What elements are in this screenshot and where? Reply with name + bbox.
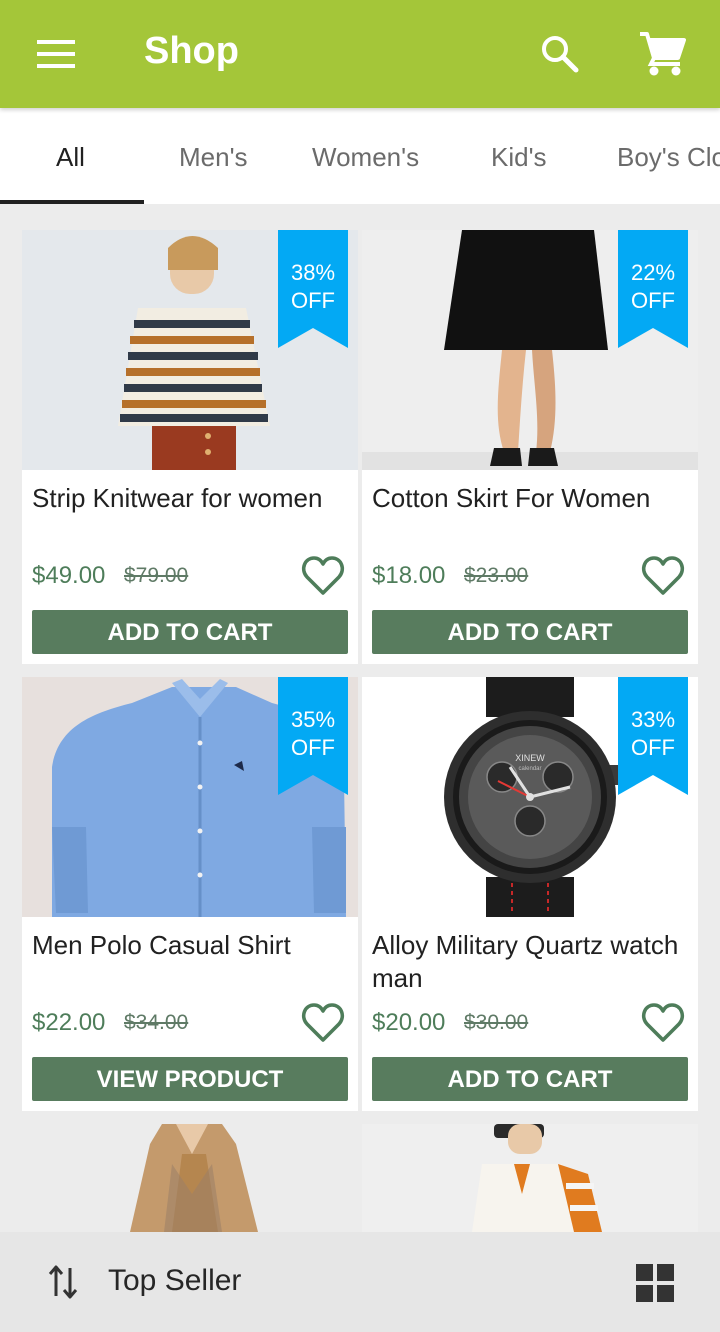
add-to-cart-button[interactable]: ADD TO CART bbox=[372, 610, 688, 654]
product-card[interactable]: XINEW calendar 33% OFF Alloy Military Qu… bbox=[362, 677, 698, 1111]
product-old-price: $34.00 bbox=[124, 1011, 189, 1034]
discount-off-label: OFF bbox=[631, 288, 675, 313]
category-tabs: All Men's Women's Kid's Boy's Clothing bbox=[0, 108, 720, 204]
discount-ribbon: 38% OFF bbox=[278, 230, 348, 348]
product-name[interactable]: Cotton Skirt For Women bbox=[372, 482, 692, 515]
product-price: $18.00 bbox=[372, 562, 446, 589]
product-price: $20.00 bbox=[372, 1009, 446, 1036]
product-image[interactable] bbox=[22, 1124, 358, 1232]
tab-womens[interactable]: Women's bbox=[312, 108, 419, 204]
tab-all[interactable]: All bbox=[56, 108, 85, 204]
discount-off-label: OFF bbox=[631, 735, 675, 760]
discount-ribbon: 22% OFF bbox=[618, 230, 688, 348]
product-name[interactable]: Alloy Military Quartz watch man bbox=[372, 929, 692, 995]
app-title: Shop bbox=[144, 30, 239, 72]
sort-icon[interactable] bbox=[44, 1262, 84, 1302]
bottom-bar: Top Seller bbox=[0, 1232, 720, 1332]
watch-subtext: calendar bbox=[518, 766, 541, 772]
heart-icon[interactable] bbox=[301, 555, 345, 597]
product-price: $49.00 bbox=[32, 562, 106, 589]
product-name[interactable]: Strip Knitwear for women bbox=[32, 482, 352, 515]
product-card[interactable]: 38% OFF Strip Knitwear for women $49.00 … bbox=[22, 230, 358, 664]
product-name[interactable]: Men Polo Casual Shirt bbox=[32, 929, 352, 962]
product-card[interactable]: 35% OFF Men Polo Casual Shirt $22.00 $34… bbox=[22, 677, 358, 1111]
product-card[interactable]: 22% OFF Cotton Skirt For Women $18.00 $2… bbox=[362, 230, 698, 664]
discount-percent: 33% bbox=[630, 707, 676, 732]
app-bar: Shop bbox=[0, 0, 720, 108]
product-card[interactable] bbox=[22, 1124, 358, 1232]
heart-icon[interactable] bbox=[641, 1002, 685, 1044]
heart-icon[interactable] bbox=[301, 1002, 345, 1044]
product-old-price: $23.00 bbox=[464, 564, 529, 587]
menu-icon[interactable] bbox=[30, 28, 82, 80]
tab-indicator bbox=[0, 200, 144, 204]
product-card[interactable] bbox=[362, 1124, 698, 1232]
product-image[interactable] bbox=[362, 1124, 698, 1232]
search-icon[interactable] bbox=[532, 26, 588, 82]
view-product-button[interactable]: VIEW PRODUCT bbox=[32, 1057, 348, 1101]
tab-boys-clothing[interactable]: Boy's Clothing bbox=[617, 108, 720, 204]
add-to-cart-button[interactable]: ADD TO CART bbox=[32, 610, 348, 654]
product-old-price: $79.00 bbox=[124, 564, 189, 587]
product-price: $22.00 bbox=[32, 1009, 106, 1036]
discount-percent: 38% bbox=[290, 260, 336, 285]
discount-ribbon: 33% OFF bbox=[618, 677, 688, 795]
discount-off-label: OFF bbox=[291, 288, 335, 313]
discount-off-label: OFF bbox=[291, 735, 335, 760]
heart-icon[interactable] bbox=[641, 555, 685, 597]
tab-kids[interactable]: Kid's bbox=[491, 108, 547, 204]
grid-view-icon[interactable] bbox=[636, 1264, 674, 1302]
product-old-price: $30.00 bbox=[464, 1011, 529, 1034]
watch-brand: XINEW bbox=[515, 753, 545, 763]
tab-mens[interactable]: Men's bbox=[179, 108, 248, 204]
discount-percent: 22% bbox=[630, 260, 676, 285]
sort-label[interactable]: Top Seller bbox=[108, 1264, 241, 1298]
discount-percent: 35% bbox=[290, 707, 336, 732]
cart-icon[interactable] bbox=[634, 26, 690, 82]
discount-ribbon: 35% OFF bbox=[278, 677, 348, 795]
add-to-cart-button[interactable]: ADD TO CART bbox=[372, 1057, 688, 1101]
